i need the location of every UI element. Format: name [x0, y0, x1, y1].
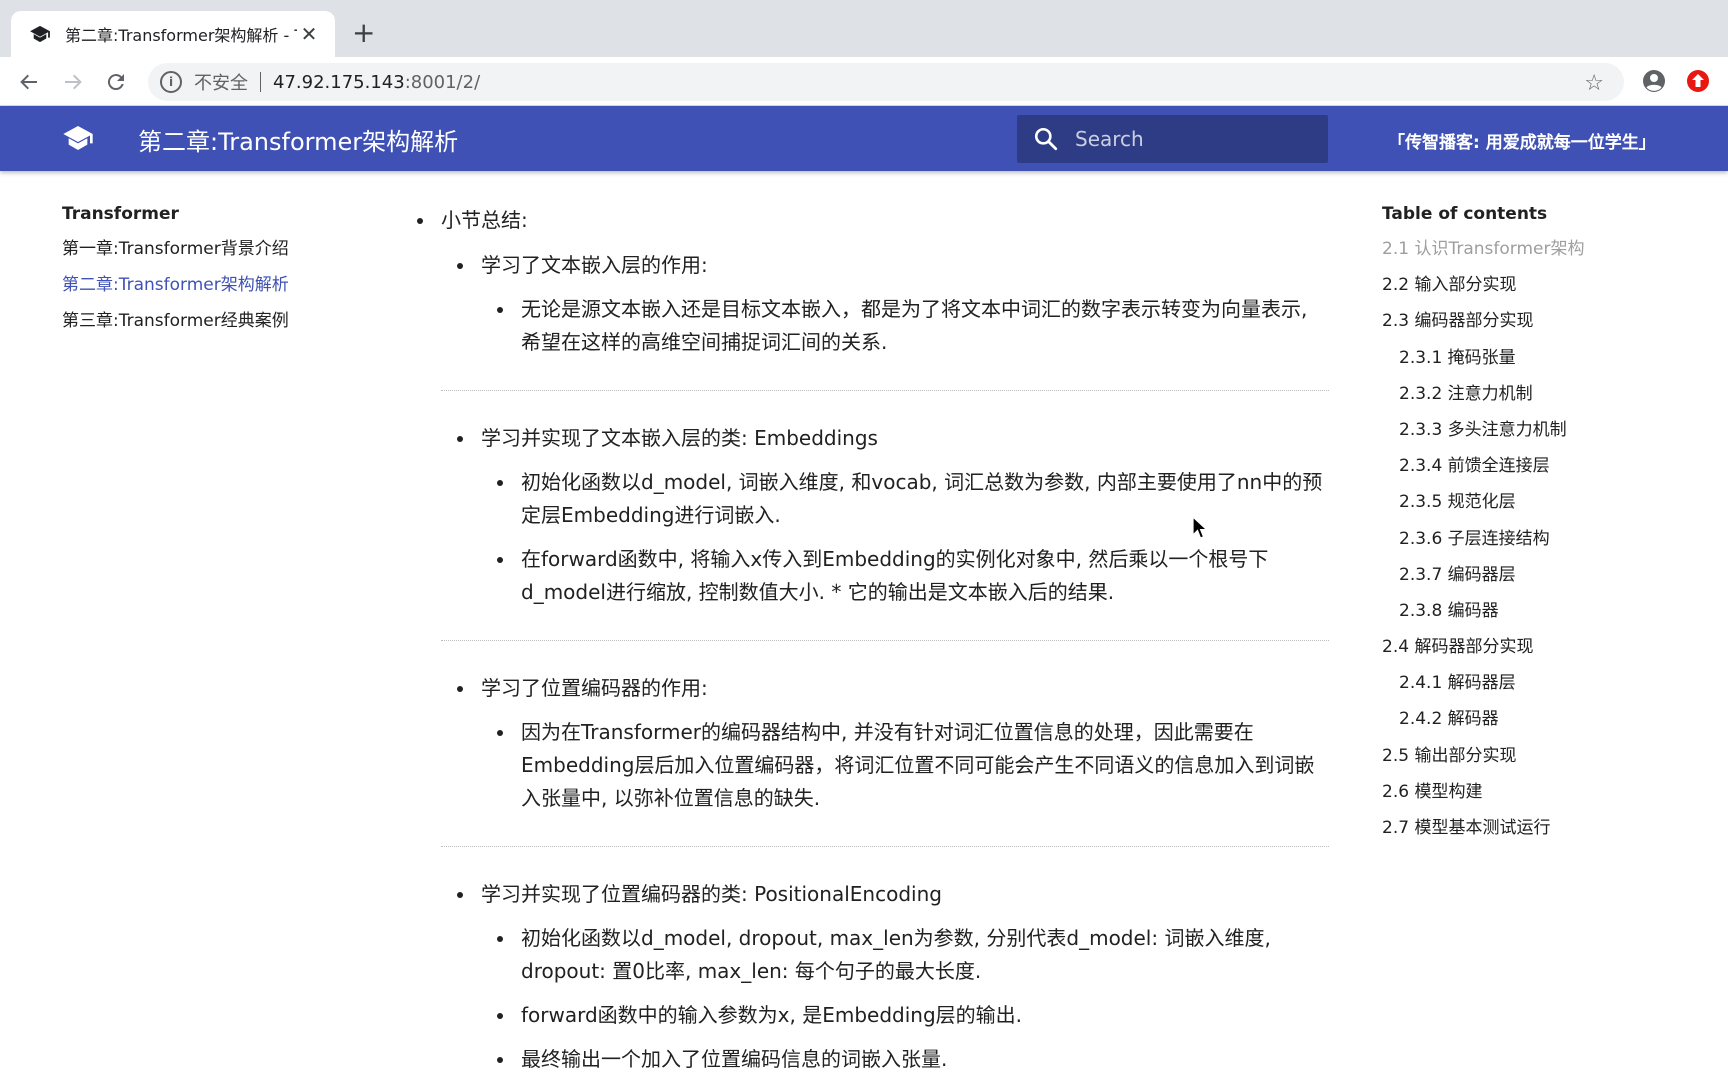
info-icon[interactable]: i [160, 71, 182, 93]
search-input[interactable]: Search [1017, 115, 1328, 163]
tab-title: 第二章:Transformer架构解析 - T [65, 26, 297, 45]
table-of-contents: Table of contents 2.1 认识Transformer架构 2.2… [1382, 204, 1702, 851]
section-point: 初始化函数以d_model, dropout, max_len为参数, 分别代表… [493, 922, 1329, 988]
extension-icon[interactable] [1686, 69, 1710, 93]
section-point: 在forward函数中, 将输入x传入到Embedding的实例化对象中, 然后… [493, 543, 1329, 609]
toc-item[interactable]: 2.3.8 编码器 [1382, 598, 1702, 634]
toc-item[interactable]: 2.3.5 规范化层 [1382, 489, 1702, 525]
browser-toolbar: i 不安全 47.92.175.143:8001/2/ ☆ [0, 57, 1728, 106]
toc-item[interactable]: 2.3.1 掩码张量 [1382, 345, 1702, 381]
toc-title: Table of contents [1382, 204, 1548, 224]
site-slogan[interactable]: 「传智播客: 用爱成就每一位学生」 [1388, 128, 1656, 153]
nav-item-chapter-2[interactable]: 第二章:Transformer架构解析 [62, 272, 362, 308]
section-point: 因为在Transformer的编码器结构中, 并没有针对词汇位置信息的处理，因此… [493, 716, 1329, 815]
section-point: 最终输出一个加入了位置编码信息的词嵌入张量. [493, 1043, 1329, 1076]
main-content: 小节总结: 学习了文本嵌入层的作用: 无论是源文本嵌入还是目标文本嵌入，都是为了… [413, 204, 1329, 1076]
address-divider [260, 72, 261, 92]
toc-item[interactable]: 2.7 模型基本测试运行 [1382, 815, 1702, 851]
divider [441, 640, 1329, 641]
close-tab-icon[interactable]: ✕ [297, 22, 321, 46]
toc-item[interactable]: 2.5 输出部分实现 [1382, 743, 1702, 779]
toc-item[interactable]: 2.1 认识Transformer架构 [1382, 236, 1702, 272]
search-placeholder: Search [1075, 127, 1144, 151]
back-button[interactable] [14, 67, 44, 97]
toc-item[interactable]: 2.2 输入部分实现 [1382, 272, 1702, 308]
browser-tab-strip: 第二章:Transformer架构解析 - T ✕ + [0, 0, 1728, 57]
toc-item[interactable]: 2.4 解码器部分实现 [1382, 634, 1702, 670]
section-point: forward函数中的输入参数为x, 是Embedding层的输出. [493, 999, 1329, 1032]
new-tab-button[interactable]: + [352, 18, 375, 48]
url-text: 47.92.175.143:8001/2/ [273, 72, 480, 93]
insecure-label: 不安全 [194, 73, 248, 94]
section-heading: 学习了位置编码器的作用: [453, 672, 1329, 705]
section-heading: 学习并实现了文本嵌入层的类: Embeddings [453, 422, 1329, 455]
summary-heading: 小节总结: [413, 204, 1329, 237]
left-nav: Transformer 第一章:Transformer背景介绍 第二章:Tran… [62, 204, 362, 344]
toc-item[interactable]: 2.6 模型构建 [1382, 779, 1702, 815]
section-heading: 学习了文本嵌入层的作用: [453, 249, 1329, 282]
star-icon[interactable]: ☆ [1584, 71, 1604, 96]
address-bar[interactable]: i 不安全 47.92.175.143:8001/2/ ☆ [148, 63, 1624, 101]
toc-list: 2.1 认识Transformer架构 2.2 输入部分实现 2.3 编码器部分实现… [1382, 236, 1702, 851]
toc-item[interactable]: 2.4.1 解码器层 [1382, 670, 1702, 706]
divider [441, 390, 1329, 391]
browser-tab[interactable]: 第二章:Transformer架构解析 - T ✕ [11, 11, 335, 57]
reload-button[interactable] [101, 67, 131, 97]
url-path: :8001/2/ [404, 71, 481, 93]
toc-item[interactable]: 2.3.7 编码器层 [1382, 562, 1702, 598]
graduation-cap-icon [29, 23, 51, 45]
graduation-cap-icon[interactable] [62, 124, 94, 152]
toc-item[interactable]: 2.3.6 子层连接结构 [1382, 526, 1702, 562]
url-host: 47.92.175.143 [273, 71, 405, 93]
section-point: 无论是源文本嵌入还是目标文本嵌入，都是为了将文本中词汇的数字表示转变为向量表示,… [493, 293, 1329, 359]
toc-item[interactable]: 2.3.4 前馈全连接层 [1382, 453, 1702, 489]
divider [441, 846, 1329, 847]
arrow-left-icon [20, 74, 37, 90]
toc-item[interactable]: 2.3.2 注意力机制 [1382, 381, 1702, 417]
page-title: 第二章:Transformer架构解析 [138, 128, 459, 156]
mouse-cursor-icon [1192, 516, 1208, 539]
toc-item[interactable]: 2.3.3 多头注意力机制 [1382, 417, 1702, 453]
reload-icon [107, 74, 124, 91]
account-circle-icon[interactable] [1642, 69, 1666, 93]
forward-button[interactable] [58, 67, 88, 97]
site-header: 第二章:Transformer架构解析 Search 「传智播客: 用爱成就每一… [0, 106, 1728, 171]
search-icon [1034, 127, 1058, 151]
toc-item[interactable]: 2.3 编码器部分实现 [1382, 308, 1702, 344]
toc-item[interactable]: 2.4.2 解码器 [1382, 706, 1702, 742]
nav-item-chapter-1[interactable]: 第一章:Transformer背景介绍 [62, 236, 362, 272]
nav-title[interactable]: Transformer [62, 204, 362, 236]
nav-item-chapter-3[interactable]: 第三章:Transformer经典案例 [62, 308, 362, 344]
arrow-right-icon [65, 74, 82, 90]
section-heading: 学习并实现了位置编码器的类: PositionalEncoding [453, 878, 1329, 911]
